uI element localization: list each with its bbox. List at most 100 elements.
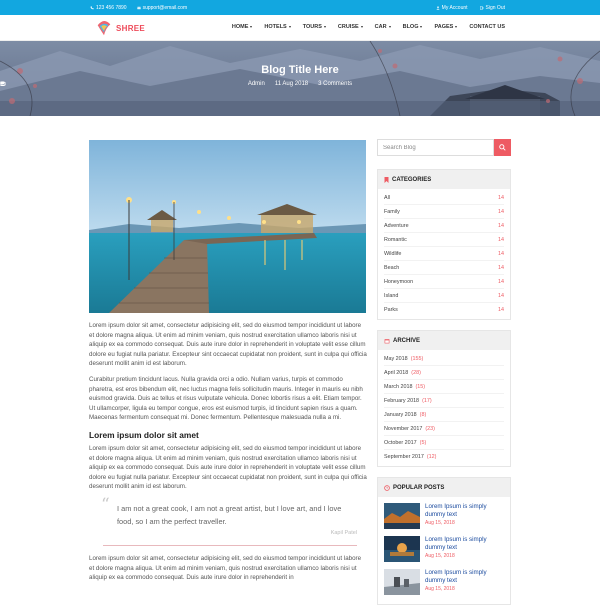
caret-down-icon bbox=[455, 26, 458, 28]
nav-contact-us[interactable]: CONTACT US bbox=[469, 24, 505, 30]
archive-title: ARCHIVE bbox=[393, 337, 421, 344]
category-name: Romantic bbox=[384, 236, 407, 243]
popular-post-date: Aug 15, 2018 bbox=[425, 553, 455, 559]
post-paragraph: Lorem ipsum dolor sit amet, consectetur … bbox=[89, 322, 367, 368]
archive-item[interactable]: March 2018 (15) bbox=[384, 380, 504, 394]
quote-author: Kapil Patel bbox=[330, 529, 357, 536]
archive-month: January 2018 bbox=[384, 411, 417, 418]
categories-list: All 14 Family 14 Adventure 14 Romantic 14 Wi… bbox=[378, 189, 510, 319]
nav-cruise-label: CRUISE bbox=[337, 24, 359, 30]
nav-pages[interactable]: PAGES bbox=[434, 24, 458, 30]
post-date: 11 Aug 2018 bbox=[0, 81, 308, 87]
categories-header: CATEGORIES bbox=[378, 170, 510, 189]
caret-down-icon bbox=[250, 26, 253, 28]
category-count: 14 bbox=[498, 194, 504, 201]
archive-widget: ARCHIVE May 2018 (155) April 2018 (28) Mar… bbox=[377, 330, 511, 467]
nav-hotels[interactable]: HOTELS bbox=[264, 24, 291, 30]
phone-contact[interactable]: 123 456 7890 bbox=[90, 5, 127, 11]
category-item[interactable]: Honeymoon 14 bbox=[384, 275, 504, 289]
search-icon bbox=[499, 144, 506, 151]
sign-out-label: Sign Out bbox=[485, 5, 505, 11]
category-item[interactable]: Beach 14 bbox=[384, 261, 504, 275]
comments-icon bbox=[0, 81, 6, 86]
popular-post-title: Lorem Ipsum is simply dummy text bbox=[425, 569, 487, 584]
archive-item[interactable]: January 2018 (8) bbox=[384, 408, 504, 422]
category-item[interactable]: All 14 bbox=[384, 191, 504, 205]
popular-post-item[interactable]: Lorem Ipsum is simply dummy text Aug 15,… bbox=[384, 503, 504, 531]
search-input[interactable] bbox=[377, 139, 494, 156]
archive-list: May 2018 (155) April 2018 (28) March 2018(… bbox=[378, 350, 510, 466]
phone-number: 123 456 7890 bbox=[96, 5, 127, 11]
popular-post-item[interactable]: Lorem Ipsum is simply dummy text Aug 15,… bbox=[384, 569, 504, 597]
archive-item[interactable]: April 2018 (28) bbox=[384, 366, 504, 380]
archive-month: September 2017 bbox=[384, 454, 424, 460]
popular-post-title: Lorem Ipsum is simply dummy text bbox=[425, 503, 487, 518]
nav-blog-label: BLOG bbox=[402, 24, 419, 30]
category-item[interactable]: Family 14 bbox=[384, 205, 504, 219]
logo-icon bbox=[97, 21, 111, 36]
post-content: Lorem ipsum dolor sit amet, consectetur … bbox=[89, 140, 367, 583]
post-subheading: Lorem ipsum dolor sit amet bbox=[89, 429, 199, 440]
popular-post-thumbnail bbox=[384, 569, 420, 595]
nav-blog[interactable]: BLOG bbox=[403, 24, 423, 30]
post-paragraph: Lorem ipsum dolor sit amet, consectetur … bbox=[89, 444, 367, 491]
nav-cruise[interactable]: CRUISE bbox=[338, 24, 363, 30]
phone-icon bbox=[90, 6, 94, 10]
featured-image bbox=[89, 140, 366, 313]
archive-item[interactable]: May 2018 (155) bbox=[384, 352, 504, 366]
main-navbar: SHREE HOME HOTELS TOURS CRUISE CAR BLOG … bbox=[0, 15, 600, 41]
category-name: Wildlife bbox=[384, 250, 402, 257]
nav-tours[interactable]: TOURS bbox=[303, 24, 326, 30]
nav-home[interactable]: HOME bbox=[232, 24, 253, 30]
post-paragraph: Curabitur pretium tincidunt lacus. Nulla… bbox=[89, 375, 363, 422]
page-hero-banner: Blog Title Here Admin 11 Aug 2018 3 Comm… bbox=[0, 41, 600, 116]
category-name: Island bbox=[384, 292, 399, 299]
archive-month: October 2017 bbox=[384, 439, 417, 446]
sign-out-link[interactable]: Sign Out bbox=[479, 5, 505, 11]
archive-header: ARCHIVE bbox=[378, 331, 510, 350]
popular-posts-widget: POPULAR POSTS Lorem Ipsum is simply dumm… bbox=[377, 477, 511, 605]
archive-item[interactable]: September 2017 (12) bbox=[384, 450, 504, 464]
category-count: 14 bbox=[498, 278, 504, 285]
my-account-link[interactable]: My Account bbox=[436, 5, 468, 11]
category-item[interactable]: Adventure 14 bbox=[384, 219, 504, 233]
archive-count: (5) bbox=[419, 439, 427, 446]
post-comments[interactable]: 3 Comments bbox=[0, 81, 352, 87]
category-item[interactable]: Wildlife 14 bbox=[384, 247, 504, 261]
archive-month: November 2017 bbox=[384, 425, 423, 432]
category-count: 14 bbox=[498, 236, 504, 243]
category-name: Parks bbox=[384, 307, 398, 313]
archive-month: February 2018 bbox=[384, 397, 420, 404]
site-logo[interactable]: SHREE bbox=[95, 19, 145, 37]
nav-contact-label: CONTACT US bbox=[469, 24, 505, 30]
archive-count: (28) bbox=[411, 369, 421, 376]
popular-post-item[interactable]: Lorem Ipsum is simply dummy text Aug 15,… bbox=[384, 536, 504, 564]
search-button[interactable] bbox=[494, 139, 511, 156]
category-item[interactable]: Parks 14 bbox=[384, 303, 504, 317]
email-contact[interactable]: support@email.com bbox=[136, 5, 187, 11]
popular-post-thumbnail bbox=[384, 536, 420, 562]
sign-out-icon bbox=[479, 6, 484, 10]
nav-car[interactable]: CAR bbox=[375, 24, 391, 30]
archive-count: (8) bbox=[419, 411, 427, 418]
archive-count: (23) bbox=[425, 425, 435, 432]
popular-post-date: Aug 15, 2018 bbox=[425, 586, 455, 592]
quote-text: I am not a great cook, I am not a great … bbox=[117, 503, 342, 526]
archive-item[interactable]: November 2017 (23) bbox=[384, 422, 504, 436]
categories-title: CATEGORIES bbox=[392, 176, 432, 183]
archive-item[interactable]: February 2018 (17) bbox=[384, 394, 504, 408]
my-account-label: My Account bbox=[441, 5, 468, 11]
main-menu: HOME HOTELS TOURS CRUISE CAR BLOG PAGES … bbox=[232, 24, 505, 30]
category-item[interactable]: Island 14 bbox=[384, 289, 504, 303]
post-author-name: Admin bbox=[247, 81, 265, 87]
popular-posts-header: POPULAR POSTS bbox=[378, 478, 510, 497]
category-count: 14 bbox=[498, 292, 504, 299]
archive-item[interactable]: October 2017 (5) bbox=[384, 436, 504, 450]
archive-month: April 2018 bbox=[384, 369, 409, 376]
archive-month: March 2018 bbox=[384, 383, 413, 390]
category-count: 14 bbox=[498, 307, 504, 313]
category-name: Beach bbox=[384, 264, 400, 271]
post-author[interactable]: Admin bbox=[0, 81, 265, 87]
category-item[interactable]: Romantic 14 bbox=[384, 233, 504, 247]
archive-count: (12) bbox=[426, 454, 437, 460]
